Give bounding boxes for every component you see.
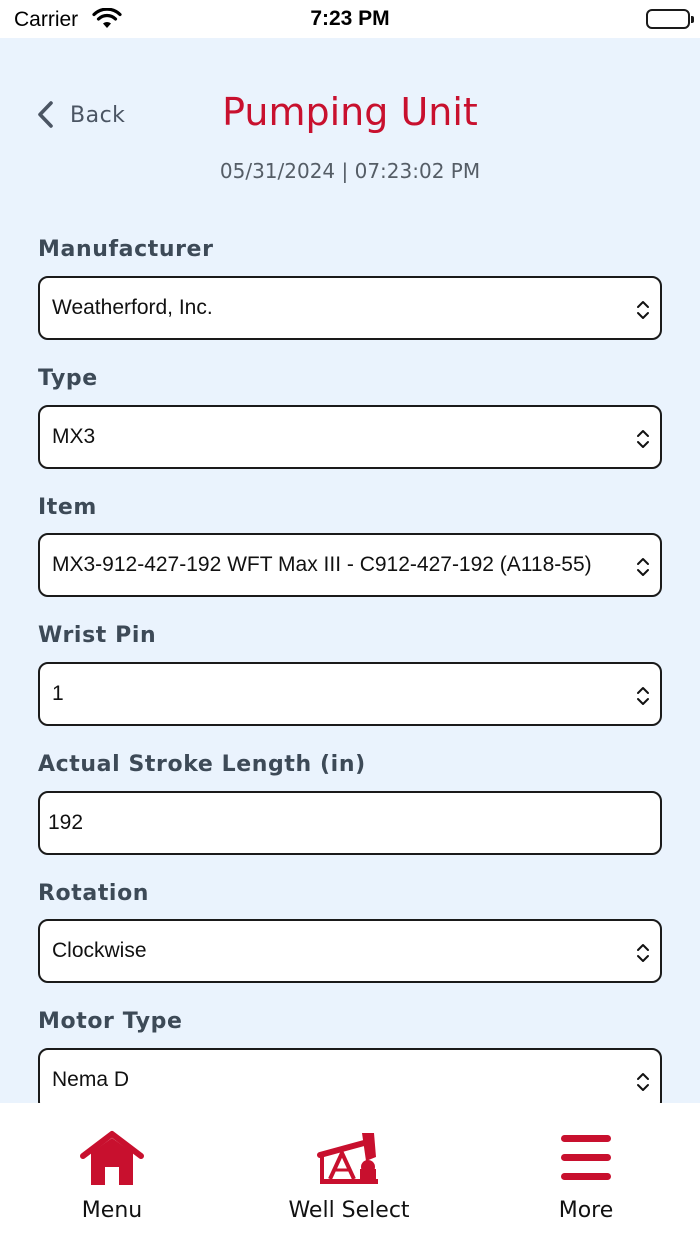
manufacturer-select[interactable]: Weatherford, Inc. <box>38 276 662 340</box>
tab-menu-label: Menu <box>81 1198 143 1223</box>
home-icon <box>79 1129 145 1192</box>
type-value: MX3 <box>52 425 96 448</box>
rotation-label: Rotation <box>38 881 150 906</box>
wrist-pin-select[interactable]: 1 <box>38 662 662 726</box>
page-title: Pumping Unit <box>222 90 478 134</box>
tab-bar: Menu Well Select More <box>0 1103 700 1244</box>
stroke-length-label: Actual Stroke Length (in) <box>38 752 366 777</box>
item-label: Item <box>38 495 97 520</box>
motor-type-label: Motor Type <box>38 1009 183 1034</box>
timestamp: 05/31/2024 | 07:23:02 PM <box>219 159 481 183</box>
manufacturer-label: Manufacturer <box>38 237 214 262</box>
chevron-up-down-icon <box>636 300 650 320</box>
hamburger-icon <box>553 1129 619 1192</box>
tab-more[interactable]: More <box>496 1103 676 1244</box>
manufacturer-value: Weatherford, Inc. <box>52 296 213 319</box>
battery-icon <box>646 9 694 29</box>
tab-menu[interactable]: Menu <box>22 1103 202 1244</box>
rotation-value: Clockwise <box>52 939 147 962</box>
chevron-up-down-icon <box>636 557 650 577</box>
wrist-pin-value: 1 <box>52 682 64 705</box>
item-value: MX3-912-427-192 WFT Max III - C912-427-1… <box>52 553 592 576</box>
status-bar: Carrier 7:23 PM <box>0 0 700 38</box>
motor-type-value: Nema D <box>52 1068 130 1091</box>
chevron-up-down-icon <box>636 943 650 963</box>
tab-well-select[interactable]: Well Select <box>259 1103 439 1244</box>
wrist-pin-label: Wrist Pin <box>38 623 157 648</box>
status-time: 7:23 PM <box>310 7 390 30</box>
tab-more-label: More <box>558 1198 614 1223</box>
chevron-up-down-icon <box>636 429 650 449</box>
tab-well-select-label: Well Select <box>288 1198 410 1223</box>
item-select[interactable]: MX3-912-427-192 WFT Max III - C912-427-1… <box>38 533 662 597</box>
type-select[interactable]: MX3 <box>38 405 662 469</box>
stroke-length-input[interactable] <box>38 791 662 855</box>
chevron-up-down-icon <box>636 686 650 706</box>
rotation-select[interactable]: Clockwise <box>38 919 662 983</box>
pumpjack-icon <box>316 1129 382 1192</box>
chevron-up-down-icon <box>636 1072 650 1092</box>
type-label: Type <box>38 366 98 391</box>
